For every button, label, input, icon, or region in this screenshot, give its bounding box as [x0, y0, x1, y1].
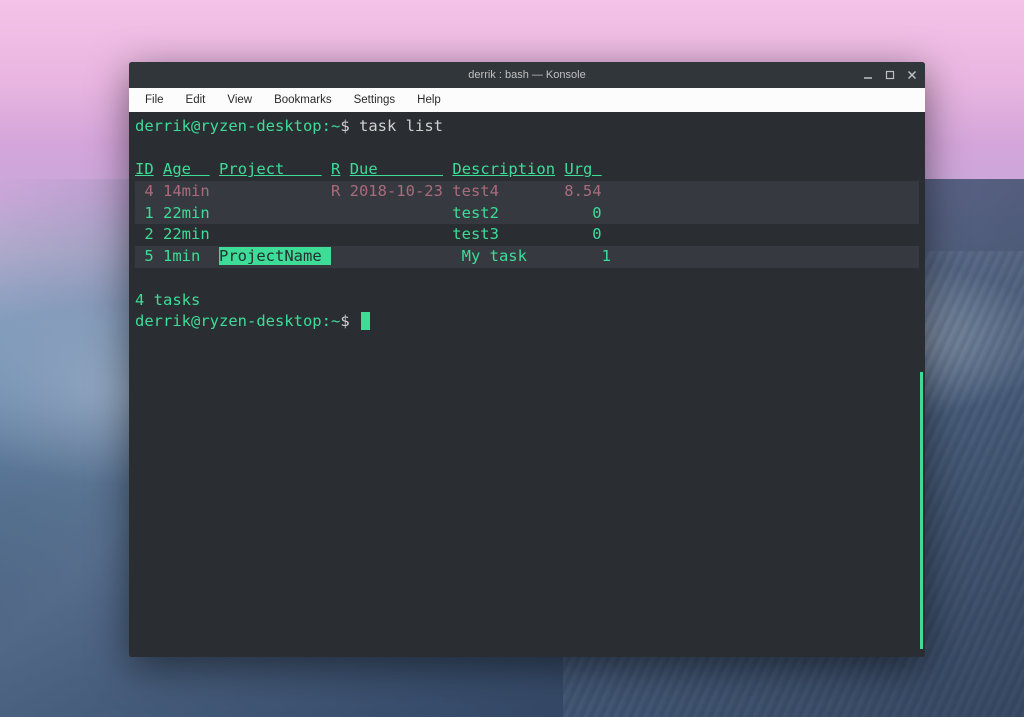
- window-controls: [861, 68, 919, 82]
- task-row: 2 22min test3 0: [135, 224, 919, 246]
- header-r: R: [331, 160, 340, 178]
- task-row: 5 1min ProjectName My task 1: [135, 246, 919, 268]
- prompt-dollar: $: [340, 312, 349, 330]
- minimize-button[interactable]: [861, 68, 875, 82]
- project-highlight: ProjectName: [219, 247, 331, 265]
- blank-line-2: [135, 268, 919, 290]
- scrollbar[interactable]: [920, 372, 923, 649]
- prompt-dollar: $: [340, 117, 349, 135]
- terminal-window: derrik : bash — Konsole File Edit View B…: [129, 62, 925, 657]
- menu-file[interactable]: File: [135, 91, 174, 109]
- task-row: 1 22min test2 0: [135, 203, 919, 225]
- prompt-user: derrik@ryzen-desktop: [135, 117, 322, 135]
- task-summary: 4 tasks: [135, 290, 919, 312]
- blank-line: [135, 138, 919, 160]
- prompt-line-1: derrik@ryzen-desktop:~$ task list: [135, 116, 919, 138]
- maximize-button[interactable]: [883, 68, 897, 82]
- header-due: Due: [350, 160, 443, 178]
- prompt-line-2: derrik@ryzen-desktop:~$: [135, 311, 919, 333]
- prompt-path: :~: [322, 312, 341, 330]
- menu-help[interactable]: Help: [407, 91, 451, 109]
- menu-view[interactable]: View: [217, 91, 262, 109]
- titlebar[interactable]: derrik : bash — Konsole: [129, 62, 925, 88]
- command-text: task list: [359, 117, 443, 135]
- task-rows: 4 14min R 2018-10-23 test4 8.54 1 22min …: [135, 181, 919, 268]
- header-urg: Urg: [564, 160, 601, 178]
- header-project: Project: [219, 160, 322, 178]
- prompt-path: :~: [322, 117, 341, 135]
- task-header: ID Age Project R Due Description Urg: [135, 159, 919, 181]
- menu-settings[interactable]: Settings: [344, 91, 406, 109]
- header-id: ID: [135, 160, 154, 178]
- window-title: derrik : bash — Konsole: [468, 69, 585, 81]
- header-age: Age: [163, 160, 210, 178]
- menu-bookmarks[interactable]: Bookmarks: [264, 91, 342, 109]
- prompt-user: derrik@ryzen-desktop: [135, 312, 322, 330]
- menubar: File Edit View Bookmarks Settings Help: [129, 88, 925, 112]
- header-description: Description: [452, 160, 555, 178]
- menu-edit[interactable]: Edit: [176, 91, 216, 109]
- terminal-area[interactable]: derrik@ryzen-desktop:~$ task list ID Age…: [129, 112, 925, 657]
- cursor-icon: [361, 312, 370, 330]
- task-row: 4 14min R 2018-10-23 test4 8.54: [135, 181, 919, 203]
- close-button[interactable]: [905, 68, 919, 82]
